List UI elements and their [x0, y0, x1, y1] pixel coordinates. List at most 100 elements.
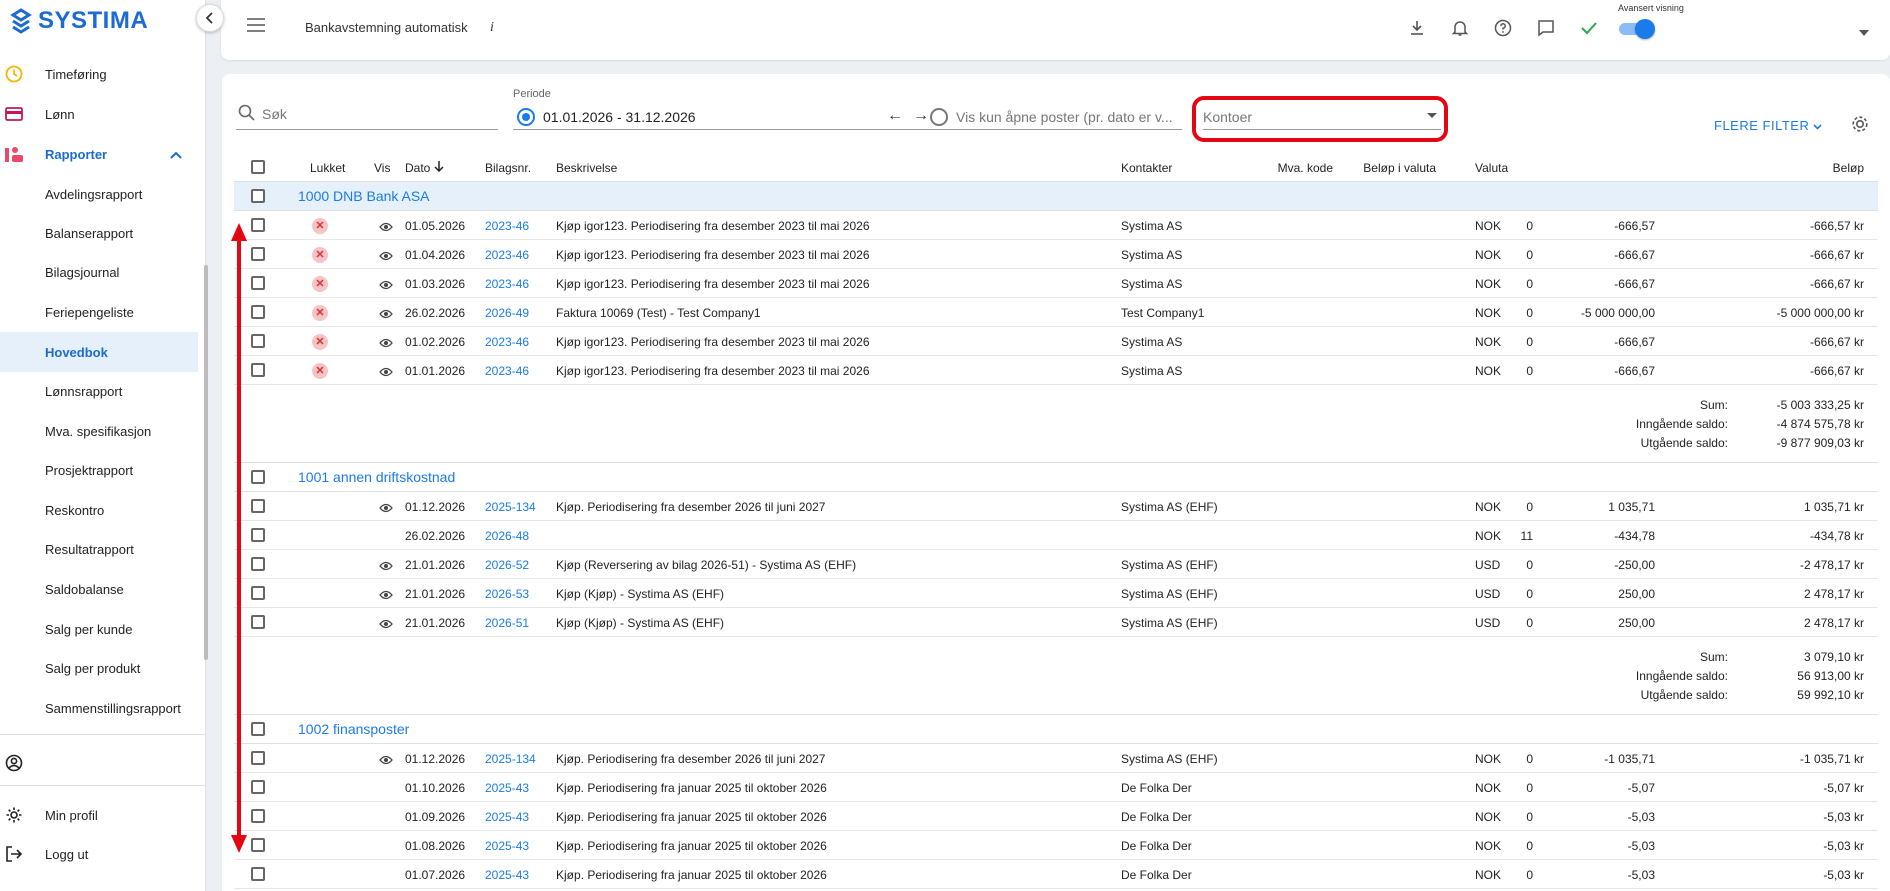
header-belop[interactable]: Beløp [1833, 161, 1864, 175]
collapse-sidebar-button[interactable] [196, 4, 224, 32]
cell-bilagsnr-link[interactable]: 2023-46 [485, 277, 529, 291]
row-checkbox[interactable] [251, 838, 265, 852]
cell-bilagsnr-link[interactable]: 2023-46 [485, 364, 529, 378]
check-icon[interactable] [1577, 16, 1601, 40]
select-all-checkbox[interactable] [251, 160, 265, 174]
cell-bilagsnr-link[interactable]: 2026-48 [485, 529, 529, 543]
cell-bilagsnr-link[interactable]: 2025-43 [485, 839, 529, 853]
sidebar-item-timeforing[interactable]: Timeføring [0, 54, 198, 94]
table-row[interactable]: 26.02.2026 2026-48 11 -434,78 NOK -434,78 kr [234, 521, 1878, 550]
eye-icon[interactable] [379, 336, 393, 351]
cell-bilagsnr-link[interactable]: 2025-43 [485, 810, 529, 824]
group-checkbox[interactable] [251, 470, 265, 484]
sidebar-item-account[interactable] [0, 743, 198, 783]
row-checkbox[interactable] [251, 867, 265, 881]
sidebar-scrollbar[interactable] [204, 265, 208, 660]
cell-bilagsnr-link[interactable]: 2025-134 [485, 752, 536, 766]
sidebar-item-feriepengeliste[interactable]: Feriepengeliste [0, 292, 198, 332]
row-checkbox[interactable] [251, 615, 265, 629]
sidebar-item-logg-ut[interactable]: Logg ut [0, 834, 198, 874]
sidebar-item-avdelingsrapport[interactable]: Avdelingsrapport [0, 174, 198, 214]
cell-bilagsnr-link[interactable]: 2023-46 [485, 335, 529, 349]
group-checkbox[interactable] [251, 722, 265, 736]
table-row[interactable]: ✕ 26.02.2026 2026-49 Faktura 10069 (Test) -… [234, 298, 1878, 327]
eye-icon[interactable] [379, 278, 393, 293]
menu-icon[interactable] [247, 18, 265, 35]
info-icon[interactable]: i [490, 20, 494, 36]
chevron-up-icon[interactable] [170, 147, 182, 162]
eye-icon[interactable] [379, 501, 393, 516]
header-beskrivelse[interactable]: Beskrivelse [556, 161, 617, 175]
row-checkbox[interactable] [251, 780, 265, 794]
row-checkbox[interactable] [251, 218, 265, 232]
bell-icon[interactable] [1448, 16, 1472, 40]
header-kontakter[interactable]: Kontakter [1121, 161, 1172, 175]
sidebar-item-saldobalanse[interactable]: Saldobalanse [0, 569, 198, 609]
row-checkbox[interactable] [251, 751, 265, 765]
table-row[interactable]: ✕ 01.01.2026 2023-46 Kjøp igor123. Periodis… [234, 356, 1878, 385]
cell-bilagsnr-link[interactable]: 2023-46 [485, 248, 529, 262]
table-row[interactable]: ✕ 01.04.2026 2023-46 Kjøp igor123. Periodis… [234, 240, 1878, 269]
cell-bilagsnr-link[interactable]: 2026-53 [485, 587, 529, 601]
eye-icon[interactable] [379, 365, 393, 380]
header-bilagsnr[interactable]: Bilagsnr. [485, 161, 531, 175]
header-lukket[interactable]: Lukket [310, 161, 345, 175]
sidebar-item-hovedbok[interactable]: Hovedbok [0, 332, 198, 372]
row-checkbox[interactable] [251, 305, 265, 319]
advanced-view-toggle[interactable] [1619, 19, 1655, 39]
closed-x-icon[interactable]: ✕ [312, 276, 328, 292]
systima-logo[interactable]: SYSTIMA [10, 6, 148, 36]
closed-x-icon[interactable]: ✕ [312, 363, 328, 379]
account-group-name[interactable]: 1001 annen driftskostnad [298, 469, 455, 485]
sidebar-item-salg-per-produkt[interactable]: Salg per produkt [0, 648, 198, 688]
eye-icon[interactable] [379, 307, 393, 322]
open-posts-option[interactable]: Vis kun åpne poster (pr. dato er v... [926, 104, 1182, 130]
kontoer-select[interactable]: Kontoer [1203, 104, 1441, 130]
sidebar-item-rapporter[interactable]: Rapporter [0, 134, 198, 174]
row-checkbox[interactable] [251, 334, 265, 348]
eye-icon[interactable] [379, 753, 393, 768]
table-row[interactable]: 01.12.2026 2025-134 Kjøp. Periodisering fr… [234, 492, 1878, 521]
account-group-header[interactable]: 1001 annen driftskostnad [234, 463, 1878, 492]
row-checkbox[interactable] [251, 363, 265, 377]
cell-bilagsnr-link[interactable]: 2023-46 [485, 219, 529, 233]
sidebar-item-min-profil[interactable]: Min profil [0, 795, 198, 835]
cell-bilagsnr-link[interactable]: 2026-52 [485, 558, 529, 572]
group-checkbox[interactable] [251, 189, 265, 203]
sidebar-item-sammenstillingsrapport[interactable]: Sammenstillingsrapport [0, 688, 198, 728]
table-row[interactable]: 01.10.2026 2025-43 Kjøp. Periodisering fra… [234, 773, 1878, 802]
table-row[interactable]: ✕ 01.05.2026 2023-46 Kjøp igor123. Periodis… [234, 211, 1878, 240]
periode-radio[interactable] [517, 108, 535, 126]
caret-down-icon[interactable] [1859, 24, 1869, 39]
table-row[interactable]: 21.01.2026 2026-51 Kjøp (Kjøp) - Systima A… [234, 608, 1878, 637]
chat-icon[interactable] [1534, 16, 1558, 40]
header-dato[interactable]: Dato [405, 161, 444, 175]
sidebar-item-lonnsrapport[interactable]: Lønnsrapport [0, 371, 198, 411]
row-checkbox[interactable] [251, 586, 265, 600]
periode-field[interactable]: 01.01.2026 - 31.12.2026 ← → [513, 104, 933, 130]
sidebar-item-mva-spesifikasjon[interactable]: Mva. spesifikasjon [0, 411, 198, 451]
eye-icon[interactable] [379, 559, 393, 574]
table-row[interactable]: 01.07.2026 2025-43 Kjøp. Periodisering fra… [234, 860, 1878, 889]
account-group-header[interactable]: 1002 finansposter [234, 715, 1878, 744]
table-row[interactable]: ✕ 01.03.2026 2023-46 Kjøp igor123. Periodis… [234, 269, 1878, 298]
table-row[interactable]: 01.08.2026 2025-43 Kjøp. Periodisering fra… [234, 831, 1878, 860]
download-icon[interactable] [1405, 16, 1429, 40]
cell-bilagsnr-link[interactable]: 2026-51 [485, 616, 529, 630]
more-filters-button[interactable]: FLERE FILTER [1714, 118, 1823, 133]
sidebar-item-resultatrapport[interactable]: Resultatrapport [0, 529, 198, 569]
header-vis[interactable]: Vis [374, 161, 390, 175]
table-row[interactable]: 01.09.2026 2025-43 Kjøp. Periodisering fra… [234, 802, 1878, 831]
gear-icon[interactable] [1850, 114, 1870, 137]
row-checkbox[interactable] [251, 809, 265, 823]
account-group-name[interactable]: 1002 finansposter [298, 721, 409, 737]
open-posts-radio[interactable] [930, 108, 948, 126]
sidebar-item-balanserapport[interactable]: Balanserapport [0, 213, 198, 253]
eye-icon[interactable] [379, 249, 393, 264]
eye-icon[interactable] [379, 617, 393, 632]
row-checkbox[interactable] [251, 247, 265, 261]
cell-bilagsnr-link[interactable]: 2026-49 [485, 306, 529, 320]
closed-x-icon[interactable]: ✕ [312, 334, 328, 350]
cell-bilagsnr-link[interactable]: 2025-43 [485, 868, 529, 882]
eye-icon[interactable] [379, 588, 393, 603]
